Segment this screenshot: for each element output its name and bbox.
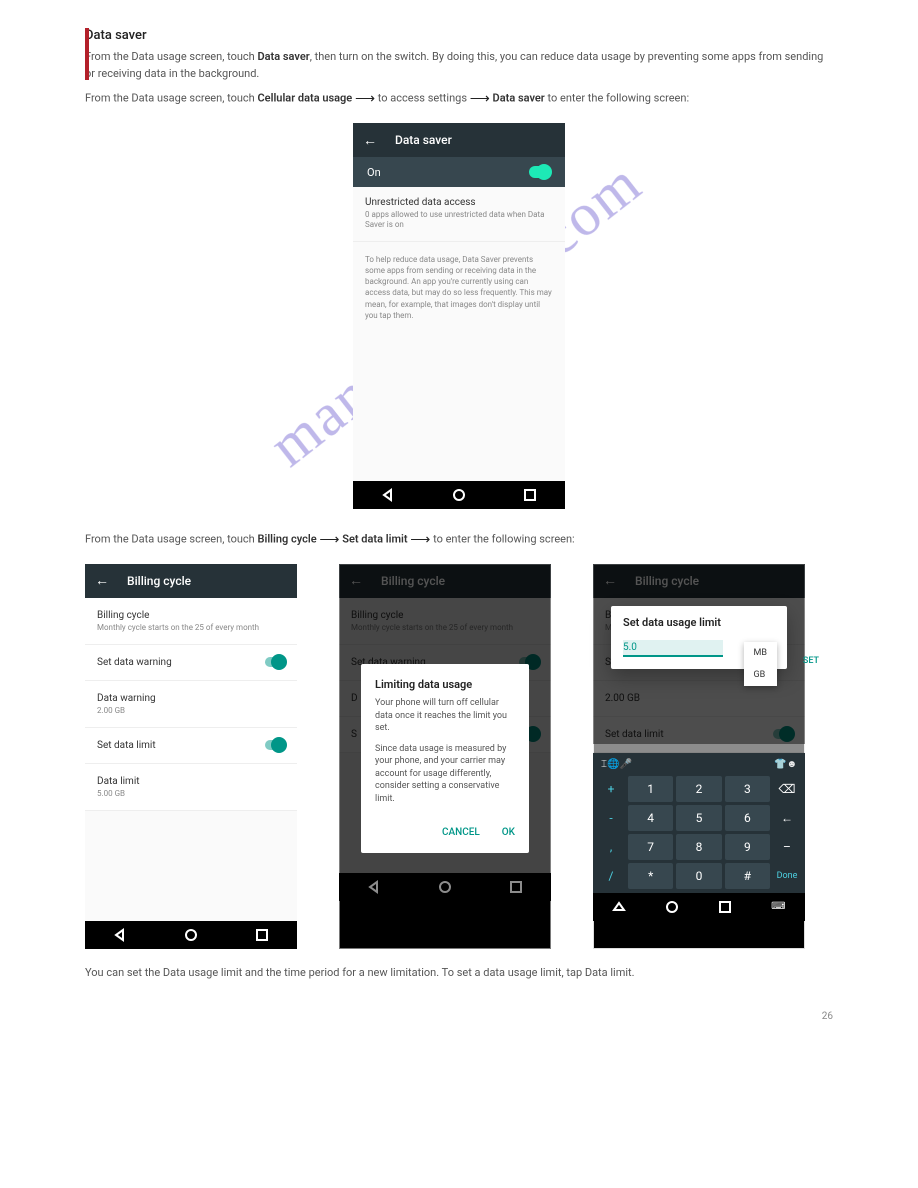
nav-recent-icon[interactable] <box>255 928 269 942</box>
help-text: To help reduce data usage, Data Saver pr… <box>353 242 565 481</box>
popup-set-limit: Set data usage limit 5.0 MB GB SET <box>611 606 787 669</box>
unit-gb[interactable]: GB <box>744 664 777 686</box>
nav-bar <box>353 481 565 509</box>
nav-home-icon[interactable] <box>665 900 679 914</box>
key-⌫[interactable]: ⌫ <box>773 776 801 802</box>
billing-crumb: From the Data usage screen, touch Billin… <box>85 529 833 550</box>
cancel-button[interactable]: CANCEL <box>442 827 480 838</box>
switch-label: On <box>367 166 381 179</box>
back-icon[interactable]: ← <box>95 572 109 589</box>
intro-crumb: From the Data usage screen, touch Cellul… <box>85 88 833 109</box>
arrow-icon: ⟶ <box>355 88 375 109</box>
app-bar-title: Data saver <box>395 133 452 147</box>
arrow-icon: ⟶ <box>470 88 490 109</box>
list-item[interactable]: Set data limit <box>85 728 297 764</box>
key-/[interactable]: / <box>597 863 625 889</box>
ok-button[interactable]: OK <box>502 827 515 838</box>
unit-dropdown[interactable]: MB GB <box>744 642 777 686</box>
numeric-keypad: ⌶ 🌐 🎤 👕 ☻ +123⌫-456←,789–/*0#Done <box>593 753 805 893</box>
kbd-theme-icon[interactable]: 👕 <box>774 759 786 770</box>
popup-title: Set data usage limit <box>623 616 775 629</box>
app-bar-title: Billing cycle <box>127 574 191 588</box>
kbd-globe-icon[interactable]: 🌐 <box>607 759 619 770</box>
key-#[interactable]: # <box>725 863 770 889</box>
app-bar: ← Data saver <box>353 123 565 157</box>
master-switch-row[interactable]: On <box>353 157 565 187</box>
nav-ime-icon[interactable]: ⌨ <box>771 901 785 912</box>
back-icon[interactable]: ← <box>363 132 377 149</box>
dialog-limiting-data: Limiting data usage Your phone will turn… <box>361 664 529 853</box>
accent-bar <box>85 28 89 80</box>
key-,[interactable]: , <box>597 834 625 860</box>
key-2[interactable]: 2 <box>676 776 721 802</box>
unit-mb[interactable]: MB <box>744 642 777 664</box>
key-8[interactable]: 8 <box>676 834 721 860</box>
key-–[interactable]: – <box>773 834 801 860</box>
nav-recent-icon[interactable] <box>718 900 732 914</box>
kbd-emoji-icon[interactable]: ☻ <box>786 759 797 770</box>
screenshot-limit-dialog: ←Billing cycle Billing cycleMonthly cycl… <box>339 564 551 949</box>
closing-para: You can set the Data usage limit and the… <box>85 965 833 982</box>
nav-back-icon[interactable] <box>612 900 626 914</box>
nav-recent-icon[interactable] <box>523 488 537 502</box>
key-1[interactable]: 1 <box>628 776 673 802</box>
key-7[interactable]: 7 <box>628 834 673 860</box>
screenshot-set-limit: ←Billing cycle BM S 2.00 GB Set data lim… <box>593 564 805 949</box>
list-item[interactable]: Set data warning <box>85 645 297 681</box>
key-3[interactable]: 3 <box>725 776 770 802</box>
key-9[interactable]: 9 <box>725 834 770 860</box>
arrow-icon: ⟶ <box>319 529 339 550</box>
nav-home-icon[interactable] <box>184 928 198 942</box>
set-button[interactable]: SET <box>803 656 819 666</box>
list-item[interactable]: Data limit5.00 GB <box>85 764 297 811</box>
nav-home-icon[interactable] <box>452 488 466 502</box>
key-5[interactable]: 5 <box>676 805 721 831</box>
key--[interactable]: - <box>597 805 625 831</box>
key-0[interactable]: 0 <box>676 863 721 889</box>
limit-input[interactable]: 5.0 <box>623 640 723 657</box>
key-←[interactable]: ← <box>773 805 801 831</box>
intro-paragraph: From the Data usage screen, touch Data s… <box>85 49 833 82</box>
nav-back-icon[interactable] <box>381 488 395 502</box>
list-item-unrestricted[interactable]: Unrestricted data access 0 apps allowed … <box>353 187 565 242</box>
key-+[interactable]: + <box>597 776 625 802</box>
toggle[interactable] <box>265 657 285 667</box>
key-4[interactable]: 4 <box>628 805 673 831</box>
key-6[interactable]: 6 <box>725 805 770 831</box>
key-*[interactable]: * <box>628 863 673 889</box>
key-Done[interactable]: Done <box>773 863 801 889</box>
screenshot-billing-cycle: ← Billing cycle Billing cycleMonthly cycl… <box>85 564 297 949</box>
list-item[interactable]: Data warning2.00 GB <box>85 681 297 728</box>
arrow-icon: ⟶ <box>410 529 430 550</box>
nav-back-icon[interactable] <box>113 928 127 942</box>
dialog-title: Limiting data usage <box>375 678 515 691</box>
screenshot-data-saver: ← Data saver On Unrestricted data access… <box>353 123 565 509</box>
list-item[interactable]: Billing cycleMonthly cycle starts on the… <box>85 598 297 645</box>
toggle[interactable] <box>265 740 285 750</box>
page-number: 26 <box>85 1011 833 1022</box>
nav-bar <box>85 921 297 949</box>
section-title-data-saver: Data saver <box>85 28 833 43</box>
kbd-mic-icon[interactable]: 🎤 <box>619 759 631 770</box>
toggle-on[interactable] <box>529 166 551 178</box>
